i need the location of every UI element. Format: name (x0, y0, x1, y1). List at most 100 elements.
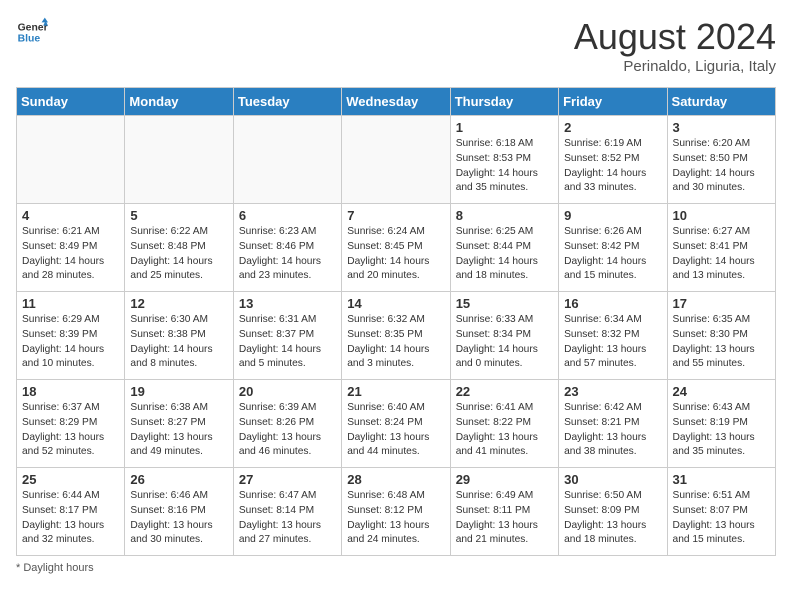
day-number: 25 (22, 472, 119, 487)
location-subtitle: Perinaldo, Liguria, Italy (574, 58, 776, 75)
day-info: Sunrise: 6:24 AMSunset: 8:45 PMDaylight:… (347, 225, 444, 284)
calendar-day-header: Friday (559, 88, 667, 116)
day-info: Sunrise: 6:41 AMSunset: 8:22 PMDaylight:… (456, 401, 553, 460)
svg-text:Blue: Blue (18, 34, 41, 45)
calendar-day-cell: 6 Sunrise: 6:23 AMSunset: 8:46 PMDaylight… (233, 204, 341, 292)
calendar-day-cell: 2 Sunrise: 6:19 AMSunset: 8:52 PMDaylight… (559, 116, 667, 204)
day-info: Sunrise: 6:22 AMSunset: 8:48 PMDaylight:… (130, 225, 227, 284)
calendar-day-cell: 27 Sunrise: 6:47 AMSunset: 8:14 PMDayligh… (233, 468, 341, 556)
svg-text:General: General (18, 22, 48, 33)
calendar-day-header: Wednesday (342, 88, 450, 116)
day-info: Sunrise: 6:20 AMSunset: 8:50 PMDaylight:… (673, 137, 770, 196)
day-info: Sunrise: 6:35 AMSunset: 8:30 PMDaylight:… (673, 313, 770, 372)
calendar-day-cell: 10Sunrise: 6:27 AMSunset: 8:41 PMDayligh… (667, 204, 775, 292)
logo-icon: General Blue (16, 16, 48, 48)
logo: General Blue (16, 16, 48, 48)
day-info: Sunrise: 6:40 AMSunset: 8:24 PMDaylight:… (347, 401, 444, 460)
day-number: 2 (564, 120, 661, 135)
day-info: Sunrise: 6:47 AMSunset: 8:14 PMDaylight:… (239, 489, 336, 548)
day-number: 14 (347, 296, 444, 311)
day-number: 13 (239, 296, 336, 311)
day-number: 28 (347, 472, 444, 487)
day-number: 18 (22, 384, 119, 399)
calendar-week-row: 4 Sunrise: 6:21 AMSunset: 8:49 PMDaylight… (17, 204, 776, 292)
calendar-day-cell: 5 Sunrise: 6:22 AMSunset: 8:48 PMDaylight… (125, 204, 233, 292)
day-number: 21 (347, 384, 444, 399)
calendar-day-cell: 25 Sunrise: 6:44 AMSunset: 8:17 PMDayligh… (17, 468, 125, 556)
calendar-day-cell: 12 Sunrise: 6:30 AMSunset: 8:38 PMDayligh… (125, 292, 233, 380)
calendar-day-cell: 24Sunrise: 6:43 AMSunset: 8:19 PMDayligh… (667, 380, 775, 468)
day-number: 4 (22, 208, 119, 223)
day-info: Sunrise: 6:33 AMSunset: 8:34 PMDaylight:… (456, 313, 553, 372)
day-number: 15 (456, 296, 553, 311)
day-info: Sunrise: 6:29 AMSunset: 8:39 PMDaylight:… (22, 313, 119, 372)
day-number: 31 (673, 472, 770, 487)
calendar-day-cell: 7 Sunrise: 6:24 AMSunset: 8:45 PMDaylight… (342, 204, 450, 292)
calendar-table: SundayMondayTuesdayWednesdayThursdayFrid… (16, 87, 776, 556)
day-number: 30 (564, 472, 661, 487)
day-info: Sunrise: 6:19 AMSunset: 8:52 PMDaylight:… (564, 137, 661, 196)
footer-note: * Daylight hours (16, 562, 776, 574)
day-number: 11 (22, 296, 119, 311)
day-number: 1 (456, 120, 553, 135)
day-info: Sunrise: 6:21 AMSunset: 8:49 PMDaylight:… (22, 225, 119, 284)
calendar-week-row: 25 Sunrise: 6:44 AMSunset: 8:17 PMDayligh… (17, 468, 776, 556)
calendar-day-cell: 31 Sunrise: 6:51 AMSunset: 8:07 PMDayligh… (667, 468, 775, 556)
calendar-week-row: 11 Sunrise: 6:29 AMSunset: 8:39 PMDayligh… (17, 292, 776, 380)
calendar-day-cell: 9Sunrise: 6:26 AMSunset: 8:42 PMDaylight… (559, 204, 667, 292)
day-number: 8 (456, 208, 553, 223)
calendar-day-cell: 23 Sunrise: 6:42 AMSunset: 8:21 PMDayligh… (559, 380, 667, 468)
day-number: 3 (673, 120, 770, 135)
calendar-day-cell: 8 Sunrise: 6:25 AMSunset: 8:44 PMDaylight… (450, 204, 558, 292)
day-info: Sunrise: 6:32 AMSunset: 8:35 PMDaylight:… (347, 313, 444, 372)
calendar-day-header: Sunday (17, 88, 125, 116)
calendar-day-cell (342, 116, 450, 204)
calendar-day-cell: 19Sunrise: 6:38 AMSunset: 8:27 PMDayligh… (125, 380, 233, 468)
day-number: 29 (456, 472, 553, 487)
day-number: 23 (564, 384, 661, 399)
calendar-day-cell: 29 Sunrise: 6:49 AMSunset: 8:11 PMDayligh… (450, 468, 558, 556)
day-number: 7 (347, 208, 444, 223)
calendar-day-cell: 26 Sunrise: 6:46 AMSunset: 8:16 PMDayligh… (125, 468, 233, 556)
calendar-day-header: Monday (125, 88, 233, 116)
day-info: Sunrise: 6:46 AMSunset: 8:16 PMDaylight:… (130, 489, 227, 548)
calendar-day-cell: 17Sunrise: 6:35 AMSunset: 8:30 PMDayligh… (667, 292, 775, 380)
calendar-day-header: Saturday (667, 88, 775, 116)
calendar-day-cell: 11 Sunrise: 6:29 AMSunset: 8:39 PMDayligh… (17, 292, 125, 380)
calendar-day-cell (125, 116, 233, 204)
calendar-day-cell: 18Sunrise: 6:37 AMSunset: 8:29 PMDayligh… (17, 380, 125, 468)
calendar-day-cell: 3 Sunrise: 6:20 AMSunset: 8:50 PMDaylight… (667, 116, 775, 204)
day-number: 27 (239, 472, 336, 487)
day-info: Sunrise: 6:23 AMSunset: 8:46 PMDaylight:… (239, 225, 336, 284)
day-info: Sunrise: 6:49 AMSunset: 8:11 PMDaylight:… (456, 489, 553, 548)
day-info: Sunrise: 6:30 AMSunset: 8:38 PMDaylight:… (130, 313, 227, 372)
calendar-day-cell: 1 Sunrise: 6:18 AMSunset: 8:53 PMDaylight… (450, 116, 558, 204)
calendar-day-cell: 16Sunrise: 6:34 AMSunset: 8:32 PMDayligh… (559, 292, 667, 380)
calendar-week-row: 18Sunrise: 6:37 AMSunset: 8:29 PMDayligh… (17, 380, 776, 468)
day-info: Sunrise: 6:51 AMSunset: 8:07 PMDaylight:… (673, 489, 770, 548)
day-number: 12 (130, 296, 227, 311)
day-number: 5 (130, 208, 227, 223)
day-info: Sunrise: 6:31 AMSunset: 8:37 PMDaylight:… (239, 313, 336, 372)
page-header: General Blue August 2024 Perinaldo, Ligu… (16, 16, 776, 75)
title-block: August 2024 Perinaldo, Liguria, Italy (574, 16, 776, 75)
day-info: Sunrise: 6:25 AMSunset: 8:44 PMDaylight:… (456, 225, 553, 284)
day-number: 6 (239, 208, 336, 223)
day-info: Sunrise: 6:50 AMSunset: 8:09 PMDaylight:… (564, 489, 661, 548)
calendar-day-cell: 15 Sunrise: 6:33 AMSunset: 8:34 PMDayligh… (450, 292, 558, 380)
calendar-day-cell: 30 Sunrise: 6:50 AMSunset: 8:09 PMDayligh… (559, 468, 667, 556)
calendar-day-cell: 21 Sunrise: 6:40 AMSunset: 8:24 PMDayligh… (342, 380, 450, 468)
calendar-day-cell: 4 Sunrise: 6:21 AMSunset: 8:49 PMDaylight… (17, 204, 125, 292)
day-info: Sunrise: 6:18 AMSunset: 8:53 PMDaylight:… (456, 137, 553, 196)
day-number: 22 (456, 384, 553, 399)
day-info: Sunrise: 6:27 AMSunset: 8:41 PMDaylight:… (673, 225, 770, 284)
day-info: Sunrise: 6:38 AMSunset: 8:27 PMDaylight:… (130, 401, 227, 460)
day-number: 26 (130, 472, 227, 487)
day-info: Sunrise: 6:42 AMSunset: 8:21 PMDaylight:… (564, 401, 661, 460)
day-info: Sunrise: 6:48 AMSunset: 8:12 PMDaylight:… (347, 489, 444, 548)
calendar-day-cell (17, 116, 125, 204)
day-info: Sunrise: 6:39 AMSunset: 8:26 PMDaylight:… (239, 401, 336, 460)
day-number: 20 (239, 384, 336, 399)
day-info: Sunrise: 6:44 AMSunset: 8:17 PMDaylight:… (22, 489, 119, 548)
calendar-day-cell: 22 Sunrise: 6:41 AMSunset: 8:22 PMDayligh… (450, 380, 558, 468)
